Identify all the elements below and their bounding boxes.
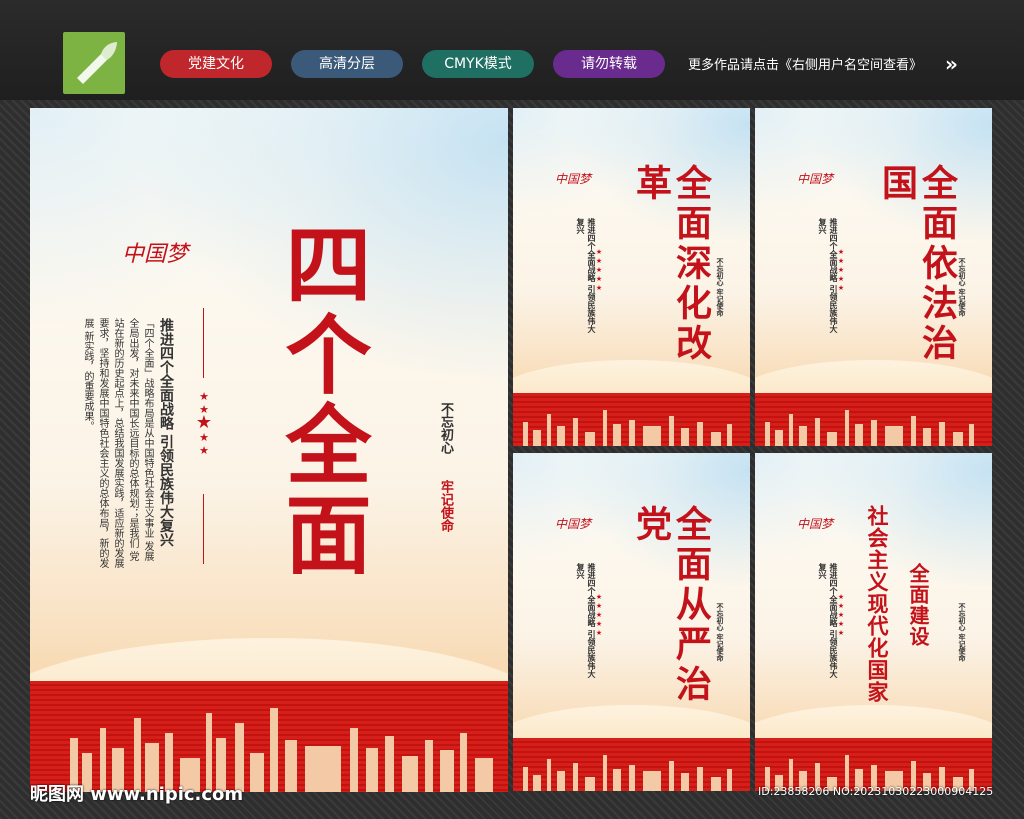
star-decoration: ★ ★ ★ ★ ★ (837, 248, 845, 292)
site-logo[interactable] (63, 32, 125, 94)
tag-hd-layers[interactable]: 高清分层 (291, 50, 403, 78)
city-skyline (70, 708, 493, 792)
divider-line (203, 494, 204, 564)
slogan: 不忘初心 牢记使命 (716, 258, 725, 317)
slogan: 不忘初心 牢记使命 (958, 603, 967, 662)
city-skyline (523, 755, 732, 791)
china-dream-logo: 中国梦 (555, 517, 592, 531)
tag-cmyk[interactable]: CMYK模式 (422, 50, 534, 78)
star-decoration: ★ ★ ★ ★ ★ (837, 593, 845, 637)
poster-reform: 中国梦 全面深化改革 推进四个全面战略 引领民族伟大复兴 ★ ★ ★ ★ ★ 不忘初心 … (513, 108, 750, 446)
china-dream-logo: 中国梦 (122, 242, 189, 267)
star-decoration: ★ ★ ★ ★ ★ (595, 248, 603, 292)
china-dream-logo: 中国梦 (555, 172, 592, 186)
more-works-note[interactable]: 更多作品请点击《右侧用户名空间查看》 (688, 54, 922, 73)
tag-no-repost[interactable]: 请勿转载 (553, 50, 665, 78)
slogan: 不忘初心 牢记使命 (958, 258, 967, 317)
poster-rule-of-law: 中国梦 全面依法治国 推进四个全面战略 引领民族伟大复兴 ★ ★ ★ ★ ★ 不忘初心 … (755, 108, 992, 446)
china-dream-logo: 中国梦 (797, 172, 834, 186)
slogan-not-forget: 不忘初心 (438, 402, 453, 454)
poster-title: 全面深化改革 (630, 164, 712, 364)
china-dream-logo: 中国梦 (797, 517, 834, 531)
site-watermark: 昵图网 www.nipic.com (30, 784, 244, 805)
body-line: 新实践，的重要成果。 (82, 331, 93, 432)
city-skyline (765, 410, 974, 446)
poster-title: 社会主义现代化国家 (865, 505, 890, 703)
body-line: 「四个全面」战略布局是从中国特色社会主义事业 (142, 318, 153, 538)
tag-party-culture[interactable]: 党建文化 (160, 50, 272, 78)
star-decoration: ★ ★ ★ ★ ★ (195, 390, 213, 457)
poster-subtitle: 全面建设 (906, 563, 930, 647)
divider-line (203, 308, 204, 378)
city-skyline (523, 410, 732, 446)
poster-party-discipline: 中国梦 全面从严治党 推进四个全面战略 引领民族伟大复兴 ★ ★ ★ ★ ★ 不忘初心 … (513, 453, 750, 791)
poster-title: 全面依法治国 (876, 164, 958, 364)
poster-modern-state: 中国梦 社会主义现代化国家 全面建设 推进四个全面战略 引领民族伟大复兴 ★ ★ ★… (755, 453, 992, 791)
double-arrow-icon[interactable]: » (945, 52, 958, 76)
poster-title: 四个全面 (270, 220, 371, 580)
poster-title: 全面从严治党 (630, 505, 712, 705)
image-id-watermark: ID:23858206 NO:20231030223000904125 (758, 785, 994, 798)
slogan: 不忘初心 牢记使命 (716, 603, 725, 662)
poster-headline: 推进四个全面战略 引领民族伟大复兴 (158, 318, 174, 547)
slogan-remember: 牢记使命 (438, 480, 453, 532)
main-poster: 中国梦 四个全面 推进四个全面战略 引领民族伟大复兴 ★ ★ ★ ★ ★ 「四个全面」战… (30, 108, 508, 792)
star-decoration: ★ ★ ★ ★ ★ (595, 593, 603, 637)
poster-body-text: 「四个全面」战略布局是从中国特色社会主义事业 发展全局出发，对未来中国长远目标的… (80, 318, 155, 568)
